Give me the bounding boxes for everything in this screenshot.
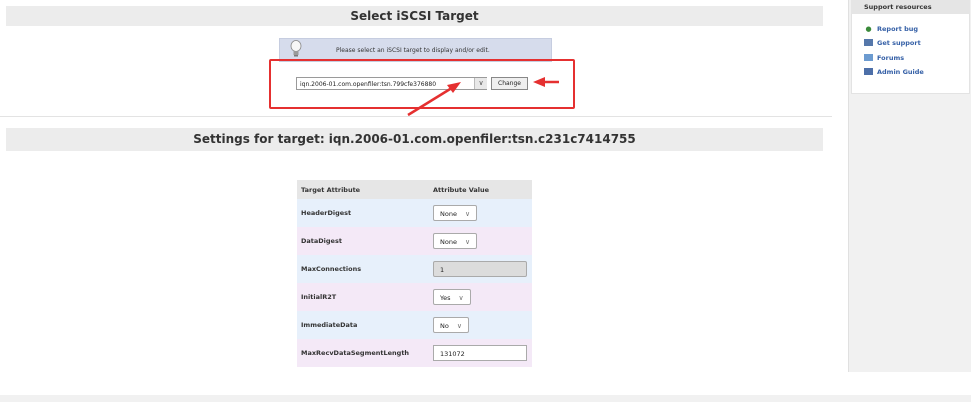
immediate-data-select[interactable]: No ∨ <box>433 317 469 333</box>
table-row: InitialR2T Yes ∨ <box>297 283 532 311</box>
select-value: Yes <box>440 294 451 302</box>
column-header-value: Attribute Value <box>429 180 532 199</box>
footer-bar <box>0 395 971 402</box>
select-value: None <box>440 238 457 246</box>
bug-icon: ● <box>865 25 872 33</box>
attribute-label: MaxConnections <box>297 255 429 283</box>
admin-guide-link[interactable]: Admin Guide <box>877 68 924 76</box>
attribute-label: HeaderDigest <box>297 199 429 227</box>
settings-header: Settings for target: iqn.2006-01.com.ope… <box>6 128 823 151</box>
attribute-label: MaxRecvDataSegmentLength <box>297 339 429 367</box>
settings-title: Settings for target: iqn.2006-01.com.ope… <box>193 132 636 146</box>
table-header-row: Target Attribute Attribute Value <box>297 180 532 199</box>
get-support-link[interactable]: Get support <box>877 39 921 47</box>
table-row: MaxConnections 1 <box>297 255 532 283</box>
chevron-down-icon: ∨ <box>464 210 471 218</box>
support-icon <box>864 39 873 46</box>
chevron-down-icon: ∨ <box>458 294 464 302</box>
column-header-attribute: Target Attribute <box>297 180 429 199</box>
table-row: MaxRecvDataSegmentLength 131072 <box>297 339 532 367</box>
support-resources-title: Support resources <box>851 0 970 14</box>
data-digest-select[interactable]: None ∨ <box>433 233 478 249</box>
divider <box>0 116 832 117</box>
attribute-label: DataDigest <box>297 227 429 255</box>
forums-icon <box>864 54 873 61</box>
support-resources-panel <box>851 0 970 94</box>
table-row: ImmediateData No ∨ <box>297 311 532 339</box>
header-digest-select[interactable]: None ∨ <box>433 205 478 221</box>
max-connections-input: 1 <box>433 261 527 277</box>
table-row: DataDigest None ∨ <box>297 227 532 255</box>
initial-r2t-select[interactable]: Yes ∨ <box>433 289 471 305</box>
annotation-arrow-left-icon <box>533 77 545 87</box>
attribute-label: InitialR2T <box>297 283 429 311</box>
table-row: HeaderDigest None ∨ <box>297 199 532 227</box>
attribute-label: ImmediateData <box>297 311 429 339</box>
chevron-down-icon: ∨ <box>464 238 471 246</box>
select-value: None <box>440 210 457 218</box>
select-value: No <box>440 322 449 330</box>
max-recv-data-segment-length-input[interactable]: 131072 <box>433 345 527 361</box>
report-bug-link[interactable]: Report bug <box>877 25 918 33</box>
target-attributes-table: Target Attribute Attribute Value HeaderD… <box>297 180 532 367</box>
annotation-arrow-up-icon <box>447 82 461 93</box>
chevron-down-icon: ∨ <box>456 322 462 330</box>
guide-icon <box>864 68 873 75</box>
forums-link[interactable]: Forums <box>877 54 904 62</box>
